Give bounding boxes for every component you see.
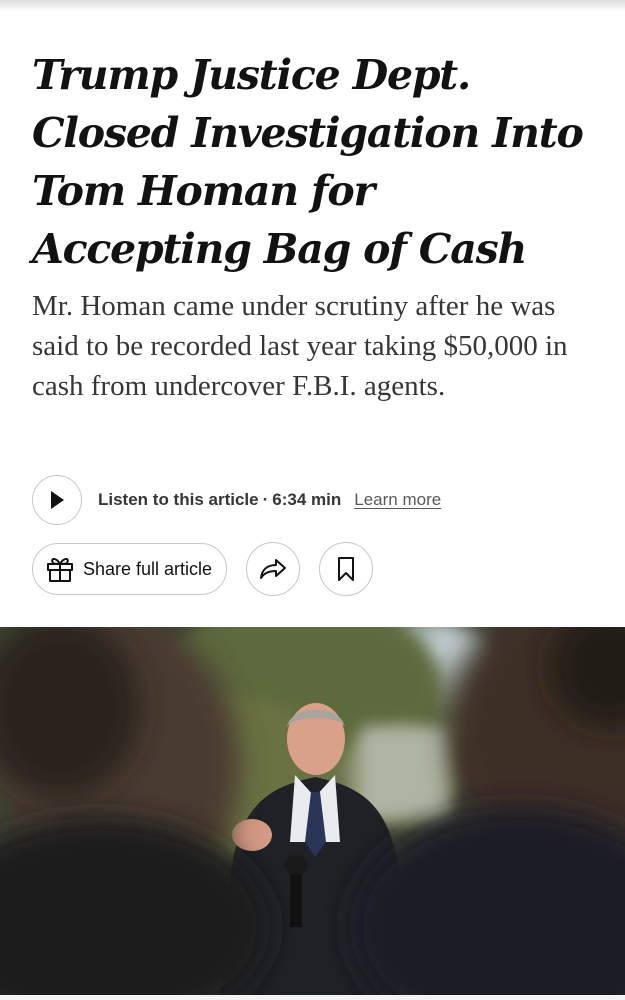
gift-icon: [47, 558, 73, 582]
save-bookmark-button[interactable]: [319, 542, 373, 596]
share-arrow-icon: [260, 559, 286, 579]
audio-duration: 6:34 min: [272, 490, 342, 509]
share-button[interactable]: [246, 542, 300, 596]
audio-player-row: Listen to this article · 6:34 min Learn mo…: [32, 475, 592, 525]
listen-info[interactable]: Listen to this article · 6:34 min: [98, 490, 341, 510]
bookmark-icon: [338, 557, 354, 581]
bottom-edge: [0, 995, 625, 1000]
article-actions-row: Share full article: [32, 542, 592, 596]
article-summary: Mr. Homan came under scrutiny after he w…: [32, 290, 568, 402]
article-headline: Trump Justice Dept. Closed Investigation…: [32, 51, 584, 273]
play-button[interactable]: [32, 475, 82, 525]
listen-separator: ·: [262, 490, 269, 509]
play-icon: [51, 491, 64, 509]
learn-more-link[interactable]: Learn more: [354, 490, 441, 510]
top-edge-shadow: [0, 0, 625, 12]
listen-label: Listen to this article: [98, 490, 259, 509]
share-full-article-button[interactable]: Share full article: [32, 543, 227, 595]
share-full-article-label: Share full article: [83, 558, 213, 579]
article-hero-photo: [0, 627, 625, 995]
